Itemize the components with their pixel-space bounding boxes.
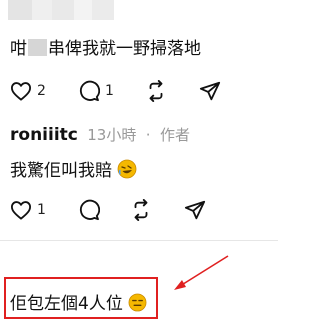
repost-icon [149,80,163,102]
send-icon [184,200,206,220]
pixelated-block [92,0,114,20]
like-button[interactable]: 2 [10,78,46,104]
redacted-header [0,0,278,22]
pixelated-block [32,0,52,20]
pixelated-block [8,0,32,20]
repost-button[interactable] [145,78,167,104]
heart-icon [11,82,31,101]
like-button[interactable]: 1 [10,197,46,223]
like-count: 1 [37,202,46,218]
send-icon [199,81,221,101]
reply-text-content: 我驚佢叫我賠 [10,161,112,181]
post-text-end: 串俾我就一野掃落地 [48,39,201,59]
repost-icon [134,199,148,221]
comment-text-content: 佢包左個4人位 [10,294,123,314]
post-text-start: 咁 [10,39,27,59]
annotation-arrow [174,255,229,290]
comment-icon [79,80,100,102]
reply-button[interactable]: 1 [78,78,114,104]
separator: · [145,126,151,144]
expressionless-emoji-icon [128,293,147,312]
repost-button[interactable] [130,197,152,223]
heart-icon [11,201,31,220]
author-badge: 作者 [159,126,190,144]
reply-header: roniiitc 13小時 · 作者 [10,124,190,145]
rolling-laughing-emoji-icon [118,159,137,179]
username[interactable]: roniiitc [10,125,78,145]
share-button[interactable] [199,78,221,104]
timestamp: 13小時 [87,126,137,144]
pixelated-block [74,0,92,20]
pixelated-block [52,0,74,20]
censored-word [28,39,47,56]
post-text: 咁 串俾我就一野掃落地 [10,34,201,59]
comment-icon [79,199,100,221]
like-count: 2 [37,83,46,99]
divider [0,240,278,241]
reply-button[interactable] [78,197,100,223]
comment-text: 佢包左個4人位 [10,289,147,314]
reply-count: 1 [105,83,114,99]
share-button[interactable] [184,197,206,223]
reply-text: 我驚佢叫我賠 [10,156,137,181]
